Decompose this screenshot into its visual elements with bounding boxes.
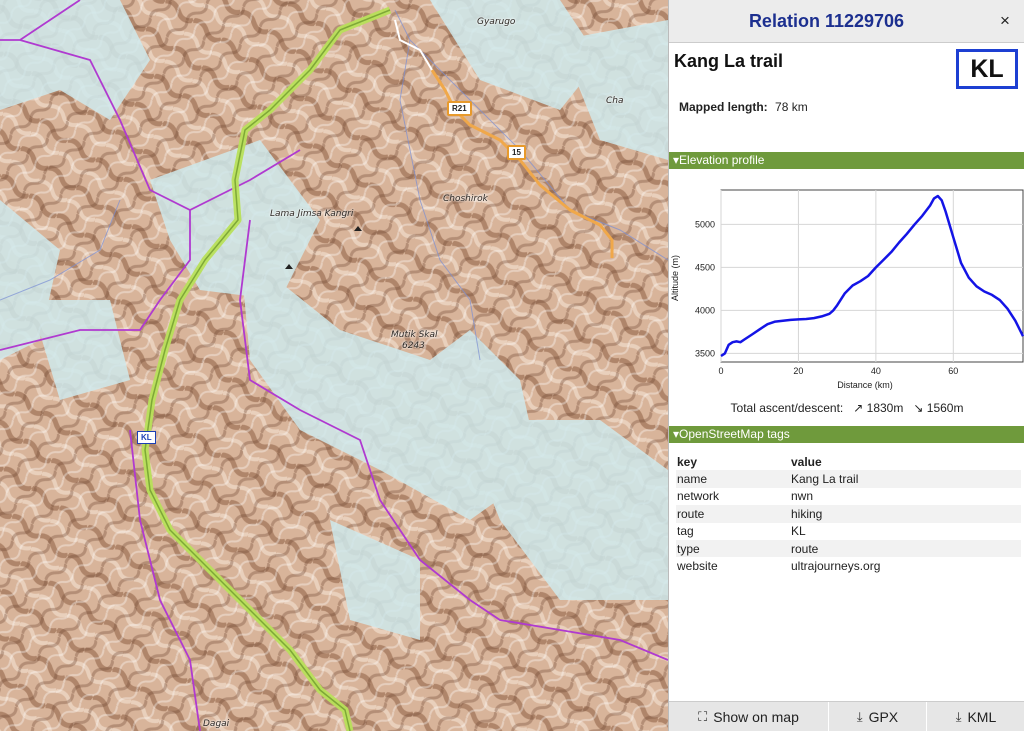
show-on-map-button[interactable]: ⛶ Show on map <box>669 702 829 731</box>
place-label-dagai: Dagai <box>203 719 230 729</box>
tag-key: website <box>677 559 718 574</box>
tags-header-row: key value <box>676 453 1021 470</box>
tag-row: name Kang La trail <box>676 470 1021 488</box>
kml-label: KML <box>967 708 997 725</box>
osm-tags-header[interactable]: ▾OpenStreetMap tags <box>669 426 1024 443</box>
place-label-gyarugo: Gyarugo <box>477 17 516 27</box>
tag-key: name <box>676 470 790 488</box>
peak-label-mutik-skal: Mutik Skal <box>391 330 438 340</box>
route-name: Kang La trail <box>674 51 784 71</box>
place-label-cha: Cha <box>606 96 624 106</box>
place-label-choshirok: Choshirok <box>443 194 488 204</box>
road-shield-r21: R21 <box>447 101 472 116</box>
download-icon: ⤓ <box>856 708 863 724</box>
terrain-map[interactable] <box>0 0 668 731</box>
tag-key: route <box>676 505 790 523</box>
ascent-descent-label: Total ascent/descent: <box>730 401 844 415</box>
tag-value: KL <box>791 524 806 539</box>
fit-bounds-icon: ⛶ <box>698 708 708 724</box>
y-tick-label: 3500 <box>695 348 715 358</box>
tag-value: route <box>790 539 1021 558</box>
panel-footer: ⛶ Show on map ⤓ GPX ⤓ KML <box>669 701 1024 731</box>
peak-elevation-mutik-skal: 6243 <box>402 341 425 351</box>
total-descent: ↘ 1560m <box>913 401 964 415</box>
elevation-profile-header[interactable]: ▾Elevation profile <box>669 152 1024 169</box>
tag-value: ultrajourneys.org <box>791 559 881 574</box>
relation-panel: Relation 11229706 × Kang La trail KL Map… <box>668 0 1024 731</box>
tag-value: Kang La trail <box>790 470 1021 488</box>
tag-row: tag KL <box>676 523 1021 540</box>
y-tick-label: 5000 <box>695 219 715 229</box>
tag-row: type route <box>676 539 1021 558</box>
mapped-length: Mapped length: 78 km <box>679 100 808 114</box>
map-view[interactable]: Gyarugo Cha Choshirok Lama Jimsa Kangri … <box>0 0 668 731</box>
road-shield-15: 15 <box>507 145 526 160</box>
y-tick-label: 4500 <box>695 262 715 272</box>
tags-value-header: value <box>791 454 822 469</box>
route-ref-box: KL <box>956 49 1018 89</box>
chart-grid <box>720 189 1024 363</box>
tag-row: network nwn <box>676 488 1021 505</box>
y-tick-label: 4000 <box>695 305 715 315</box>
kml-download-button[interactable]: ⤓ KML <box>927 702 1024 731</box>
x-tick-label: 0 <box>718 366 723 376</box>
tag-key: tag <box>677 524 694 539</box>
show-on-map-label: Show on map <box>713 708 799 725</box>
mapped-length-label: Mapped length: <box>679 100 768 114</box>
plot-area <box>720 189 1024 363</box>
tag-key: network <box>677 489 720 504</box>
gpx-download-button[interactable]: ⤓ GPX <box>829 702 927 731</box>
tag-row: website ultrajourneys.org <box>676 557 1021 574</box>
x-axis-label: Distance (km) <box>837 380 893 390</box>
tag-key: type <box>676 539 790 558</box>
x-tick-label: 20 <box>793 366 803 376</box>
osm-tags-table: key value name Kang La trail network nwn rou… <box>676 453 1021 575</box>
download-icon: ⤓ <box>955 708 962 724</box>
total-ascent: ↗ 1830m <box>853 401 904 415</box>
tags-key-header: key <box>677 454 698 469</box>
tag-value: nwn <box>791 489 814 504</box>
tag-row: route hiking <box>676 505 1021 523</box>
panel-title: Relation 11229706 <box>748 11 905 31</box>
peak-label-lama-jimsa-kangri: Lama Jimsa Kangri <box>270 209 354 219</box>
panel-header: Relation 11229706 × <box>669 0 1024 43</box>
close-button[interactable]: × <box>986 0 1024 42</box>
tag-value: hiking <box>790 505 1021 523</box>
gpx-label: GPX <box>868 708 899 725</box>
ascent-descent: Total ascent/descent: ↗ 1830m ↘ 1560m <box>669 401 1024 415</box>
mapped-length-value: 78 km <box>775 100 808 114</box>
x-tick-label: 40 <box>871 366 881 376</box>
x-tick-label: 60 <box>948 366 958 376</box>
y-axis-label: Altitude (m) <box>670 255 680 301</box>
elevation-chart: 0 20 40 60 3500 4000 4500 5000 Distance (km) Al… <box>670 189 1024 390</box>
route-ref-badge[interactable]: KL <box>137 431 156 444</box>
